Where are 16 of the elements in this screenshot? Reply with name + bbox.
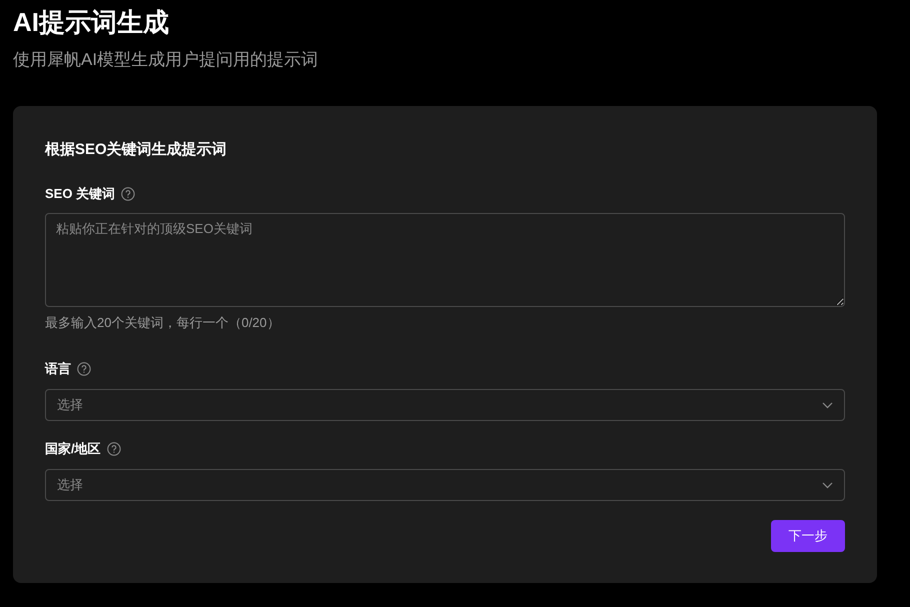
select-field[interactable]: 选择 (45, 469, 845, 501)
chevron-down-icon (822, 402, 833, 408)
field-label: 语言 (45, 360, 71, 378)
keywords-field[interactable]: 粘贴你正在针对的顶级SEO关键词 (45, 213, 845, 307)
field-label: SEO 关键词 (45, 185, 116, 204)
page-subtitle: 使用犀帆AI模型生成用户提问用的提示词 (13, 49, 318, 71)
help-icon[interactable] (121, 187, 136, 201)
help-icon[interactable] (77, 362, 91, 376)
select-field[interactable]: 选择 (45, 389, 845, 421)
page-title: AI提示词生成 (13, 6, 169, 39)
card-heading: 根据SEO关键词生成提示词 (45, 140, 227, 160)
field-hint: 最多输入20个关键词，每行一个（0/20） (45, 314, 280, 332)
field-label: 国家/地区 (45, 440, 101, 458)
chevron-down-icon (822, 482, 833, 488)
help-icon[interactable] (106, 442, 121, 456)
next-button[interactable]: 下一步 (771, 520, 845, 552)
